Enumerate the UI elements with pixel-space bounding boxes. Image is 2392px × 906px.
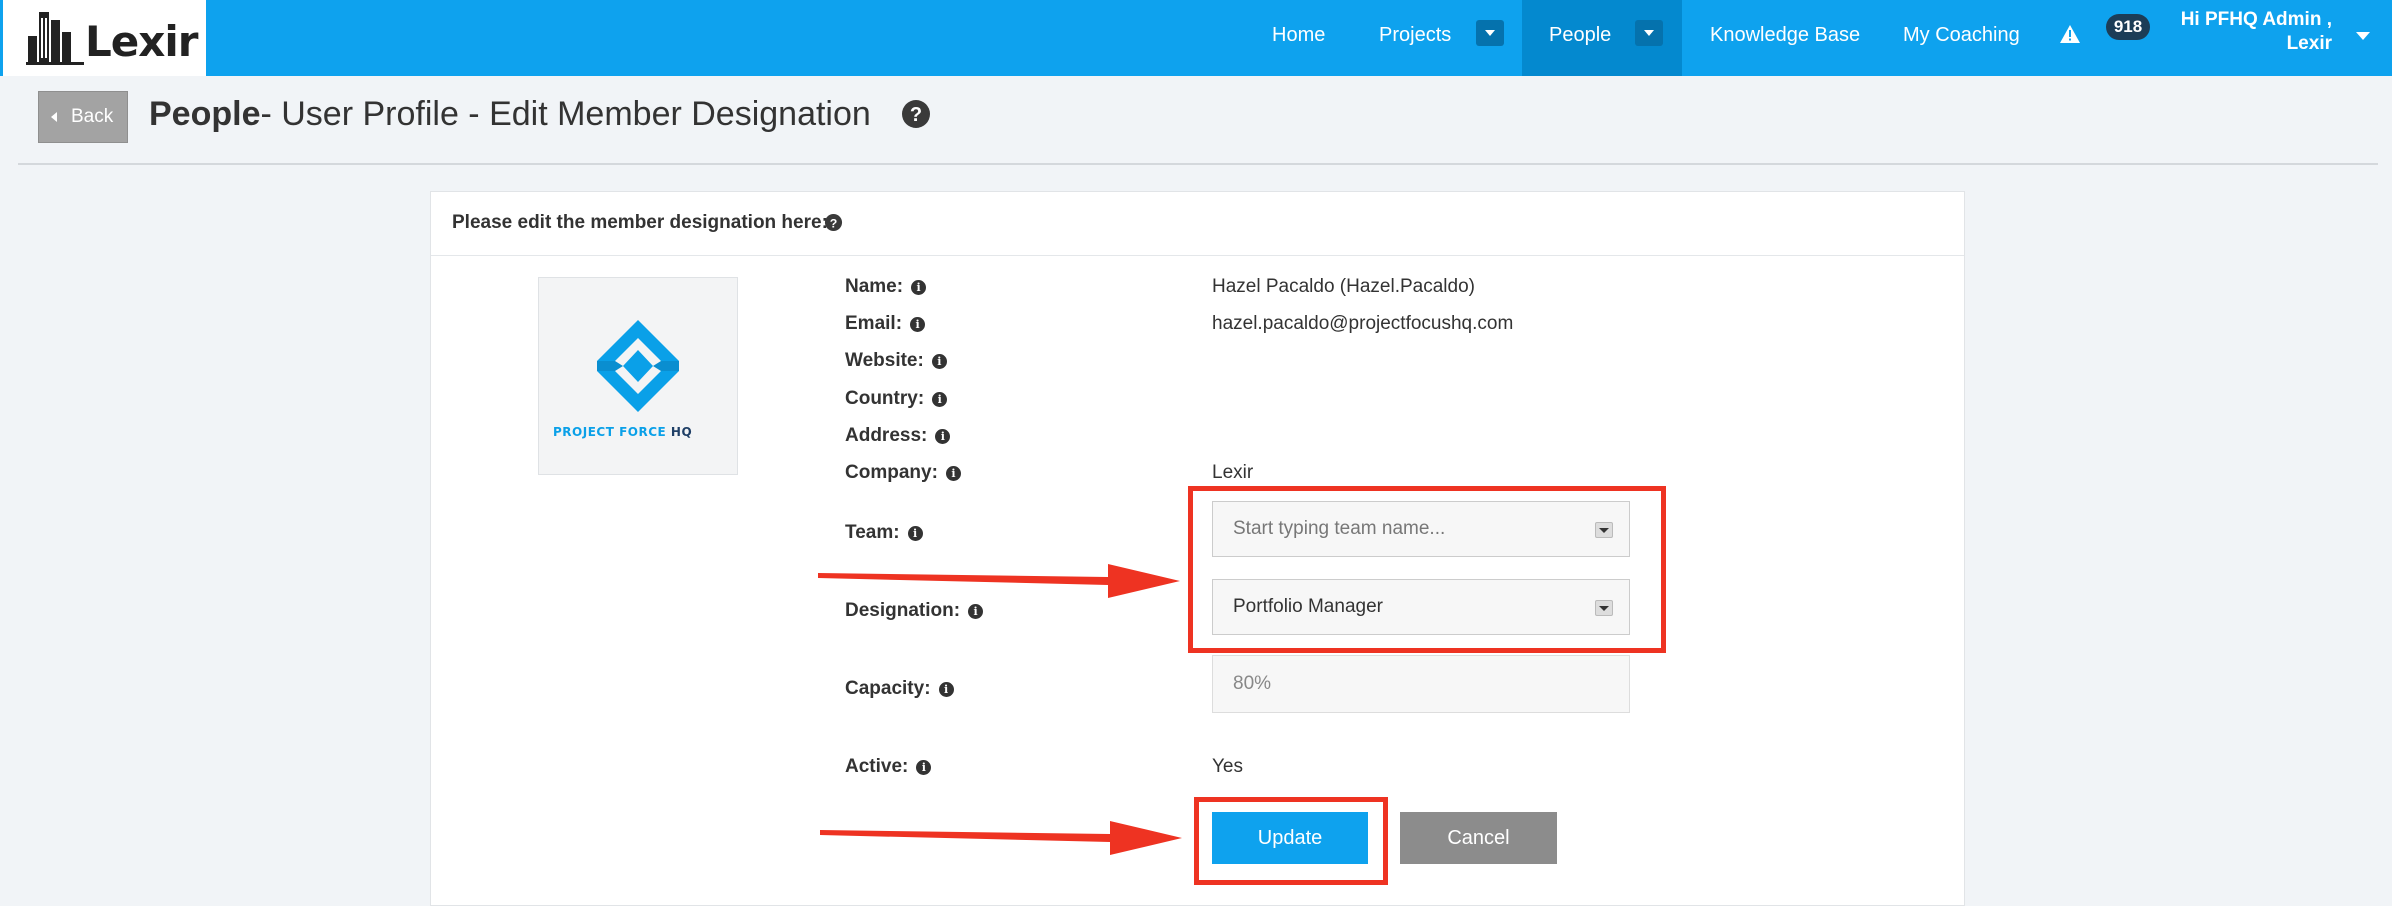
building-logo-icon	[26, 12, 84, 65]
team-label: Team: i	[845, 522, 923, 544]
back-button-label: Back	[71, 106, 114, 127]
nav-my-coaching[interactable]: My Coaching	[1903, 0, 2020, 76]
active-value: Yes	[1212, 756, 1243, 777]
company-label: Company: i	[845, 462, 961, 484]
help-icon[interactable]: ?	[901, 99, 931, 129]
avatar-caption-main: PROJECT FORCE	[553, 425, 667, 439]
alert-triangle-icon[interactable]	[2060, 25, 2080, 43]
capacity-info-icon[interactable]: i	[938, 682, 954, 697]
designation-info-icon[interactable]: i	[968, 604, 984, 619]
page-title: People- User Profile - Edit Member Desig…	[149, 90, 871, 138]
user-greeting: Hi PFHQ Admin ,	[2180, 9, 2332, 30]
email-info-icon[interactable]: i	[910, 317, 926, 332]
page-title-section: People	[149, 95, 261, 133]
active-label: Active: i	[845, 756, 932, 778]
address-info-icon[interactable]: i	[935, 429, 951, 444]
nav-knowledge-base-label: Knowledge Base	[1710, 24, 1861, 46]
nav-projects[interactable]: Projects	[1379, 0, 1451, 76]
user-menu[interactable]: Hi PFHQ Admin , Lexir	[2181, 8, 2332, 56]
country-label: Country: i	[845, 388, 948, 410]
page-title-rest: - User Profile - Edit Member Designation	[260, 95, 871, 133]
annotation-highlight-box-fields	[1188, 486, 1666, 653]
annotation-arrow-update-icon	[820, 821, 1182, 855]
nav-people[interactable]: People	[1522, 0, 1682, 76]
panel-header: Please edit the member designation here:…	[431, 192, 1964, 256]
notification-badge[interactable]: 918	[2106, 14, 2150, 40]
nav-my-coaching-label: My Coaching	[1903, 24, 2020, 46]
logo-text: Lexir	[85, 17, 198, 66]
nav-projects-label: Projects	[1379, 24, 1452, 46]
annotation-highlight-box-update	[1194, 797, 1388, 885]
projects-dropdown-toggle[interactable]	[1476, 20, 1504, 46]
avatar-caption-accent: HQ	[670, 425, 693, 439]
website-info-icon[interactable]: i	[931, 354, 947, 369]
email-value: hazel.pacaldo@projectfocushq.com	[1212, 313, 1514, 334]
top-navbar: Lexir Home Projects People Knowledge Bas…	[0, 0, 2392, 76]
active-info-icon[interactable]: i	[916, 760, 932, 775]
email-label: Email: i	[845, 313, 926, 335]
user-company: Lexir	[2286, 33, 2332, 54]
capacity-label: Capacity: i	[845, 678, 954, 700]
annotation-arrow-fields-icon	[818, 564, 1180, 598]
team-info-icon[interactable]: i	[907, 526, 923, 541]
svg-text:?: ?	[830, 216, 838, 230]
name-info-icon[interactable]: i	[911, 280, 927, 295]
back-caret-icon	[51, 112, 57, 122]
header-divider	[18, 163, 2378, 165]
avatar: PROJECT FORCE HQ	[538, 277, 738, 475]
project-force-logo-icon	[597, 320, 679, 412]
name-label: Name: i	[845, 276, 927, 298]
designation-label: Designation: i	[845, 600, 984, 622]
capacity-input-value: 80%	[1233, 673, 1272, 694]
address-label: Address: i	[845, 425, 951, 447]
nav-knowledge-base[interactable]: Knowledge Base	[1710, 0, 1860, 76]
user-menu-caret-icon[interactable]	[2356, 32, 2370, 40]
nav-home-label: Home	[1272, 24, 1326, 46]
nav-home[interactable]: Home	[1272, 0, 1325, 76]
capacity-input[interactable]: 80%	[1212, 655, 1630, 713]
panel-help-icon[interactable]: ?	[824, 213, 843, 232]
svg-text:?: ?	[910, 104, 922, 126]
cancel-button[interactable]: Cancel	[1400, 812, 1557, 864]
logo[interactable]: Lexir	[3, 0, 206, 76]
name-value: Hazel Pacaldo (Hazel.Pacaldo)	[1212, 276, 1475, 297]
company-info-icon[interactable]: i	[945, 466, 961, 481]
avatar-caption: PROJECT FORCE HQ	[553, 425, 692, 439]
nav-people-label: People	[1549, 24, 1612, 46]
panel-heading: Please edit the member designation here:	[452, 212, 828, 233]
people-dropdown-toggle[interactable]	[1635, 20, 1663, 46]
country-info-icon[interactable]: i	[932, 392, 948, 407]
website-label: Website: i	[845, 350, 947, 372]
company-value: Lexir	[1212, 462, 1254, 483]
back-button[interactable]: Back	[38, 91, 128, 143]
